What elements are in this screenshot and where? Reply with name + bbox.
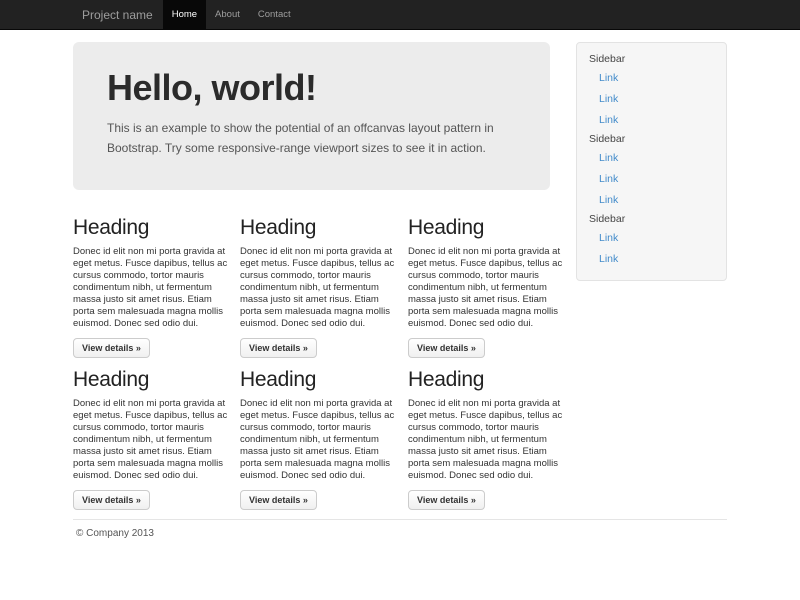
- card-heading: Heading: [73, 216, 231, 240]
- card-body-text: Donec id elit non mi porta gravida at eg…: [240, 398, 395, 482]
- footer-divider: [73, 519, 727, 520]
- card-heading: Heading: [408, 216, 566, 240]
- card-heading: Heading: [240, 216, 398, 240]
- nav-item-contact[interactable]: Contact: [249, 0, 300, 30]
- navbar-nav: Home About Contact: [163, 0, 300, 29]
- view-details-button[interactable]: View details »: [408, 338, 485, 358]
- sidebar-link[interactable]: Link: [589, 169, 714, 190]
- jumbotron-description: This is an example to show the potential…: [107, 118, 516, 158]
- card: Heading Donec id elit non mi porta gravi…: [73, 368, 231, 510]
- footer-copyright: © Company 2013: [76, 528, 154, 539]
- content-cards: Heading Donec id elit non mi porta gravi…: [73, 216, 633, 522]
- sidebar-link[interactable]: Link: [589, 68, 714, 89]
- sidebar-link[interactable]: Link: [589, 89, 714, 110]
- sidebar-link[interactable]: Link: [589, 110, 714, 131]
- sidebar-link[interactable]: Link: [589, 190, 714, 211]
- card-body-text: Donec id elit non mi porta gravida at eg…: [240, 246, 395, 330]
- view-details-button[interactable]: View details »: [240, 490, 317, 510]
- card-body-text: Donec id elit non mi porta gravida at eg…: [408, 246, 563, 330]
- card-body-text: Donec id elit non mi porta gravida at eg…: [73, 246, 228, 330]
- jumbotron-title: Hello, world!: [107, 68, 516, 108]
- card: Heading Donec id elit non mi porta gravi…: [408, 216, 566, 358]
- sidebar-group-heading: Sidebar: [589, 131, 714, 148]
- card-body-text: Donec id elit non mi porta gravida at eg…: [73, 398, 228, 482]
- jumbotron: Hello, world! This is an example to show…: [73, 42, 550, 190]
- navbar: Project name Home About Contact: [0, 0, 800, 30]
- nav-item-home[interactable]: Home: [163, 0, 206, 30]
- view-details-button[interactable]: View details »: [73, 490, 150, 510]
- navbar-brand[interactable]: Project name: [0, 0, 153, 29]
- view-details-button[interactable]: View details »: [240, 338, 317, 358]
- sidebar-link[interactable]: Link: [589, 148, 714, 169]
- card-body-text: Donec id elit non mi porta gravida at eg…: [408, 398, 563, 482]
- card-heading: Heading: [73, 368, 231, 392]
- sidebar-group-heading: Sidebar: [589, 51, 714, 68]
- card: Heading Donec id elit non mi porta gravi…: [408, 368, 566, 510]
- view-details-button[interactable]: View details »: [73, 338, 150, 358]
- card-heading: Heading: [408, 368, 566, 392]
- card: Heading Donec id elit non mi porta gravi…: [240, 216, 398, 358]
- view-details-button[interactable]: View details »: [408, 490, 485, 510]
- nav-item-about[interactable]: About: [206, 0, 249, 30]
- page: Project name Home About Contact Hello, w…: [0, 0, 800, 600]
- card: Heading Donec id elit non mi porta gravi…: [240, 368, 398, 510]
- card: Heading Donec id elit non mi porta gravi…: [73, 216, 231, 358]
- card-heading: Heading: [240, 368, 398, 392]
